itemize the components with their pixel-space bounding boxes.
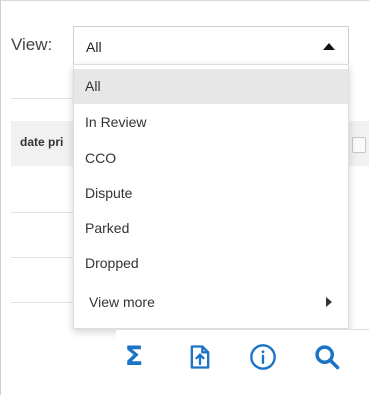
search-icon[interactable]: [313, 343, 341, 371]
caret-up-icon[interactable]: [323, 43, 335, 50]
view-dropdown-menu: All In Review CCO Dispute Parked Dropped…: [73, 64, 349, 329]
view-select[interactable]: All: [73, 26, 349, 64]
table-row-divider: [11, 257, 73, 258]
table-row-divider: [11, 212, 73, 213]
column-header-date[interactable]: date pri: [20, 135, 73, 149]
panel-left-border: [0, 0, 1, 395]
dropdown-item-dropped[interactable]: Dropped: [74, 246, 348, 281]
export-file-icon[interactable]: [186, 343, 214, 371]
panel-top-border: [0, 0, 369, 1]
select-all-checkbox[interactable]: [352, 137, 366, 153]
sigma-icon[interactable]: Σ: [120, 343, 148, 371]
divider-line: [11, 98, 73, 99]
view-select-value: All: [86, 39, 102, 55]
info-icon[interactable]: [249, 343, 277, 371]
dropdown-item-cco[interactable]: CCO: [74, 141, 348, 176]
table-row-divider: [11, 302, 73, 303]
view-more-label: View more: [89, 294, 155, 310]
dropdown-item-all[interactable]: All: [74, 69, 348, 104]
dropdown-item-dispute[interactable]: Dispute: [74, 176, 348, 211]
view-more-item[interactable]: View more: [74, 283, 348, 321]
view-label: View:: [11, 35, 53, 54]
dropdown-item-parked[interactable]: Parked: [74, 211, 348, 246]
dropdown-item-in-review[interactable]: In Review: [74, 105, 348, 140]
bottom-toolbar: Σ: [116, 329, 369, 396]
caret-right-icon: [326, 297, 332, 307]
